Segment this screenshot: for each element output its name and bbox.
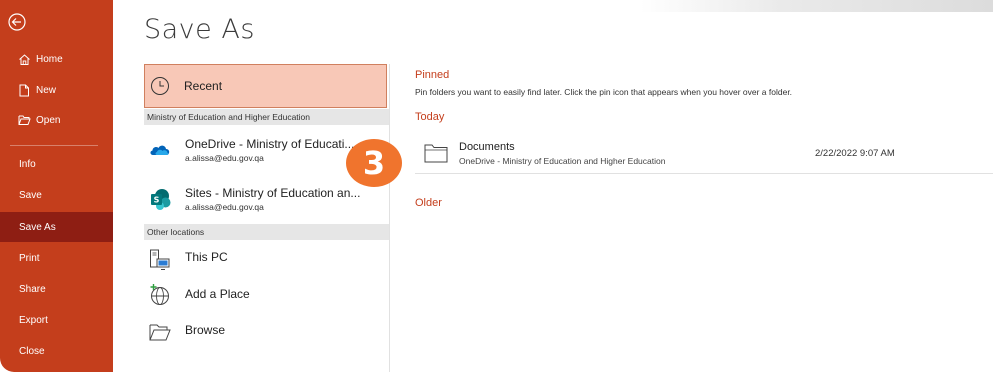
onedrive-cloud-icon	[150, 145, 170, 155]
browse-folder-icon	[149, 324, 171, 341]
location-title: Add a Place	[185, 287, 250, 301]
location-browse[interactable]: Browse	[144, 315, 389, 351]
sidebar-item-info[interactable]: Info	[0, 150, 113, 178]
open-folder-icon	[17, 113, 31, 127]
sidebar-item-new[interactable]: New	[0, 76, 113, 104]
pinned-heading: Pinned	[415, 69, 450, 81]
location-recent[interactable]: Recent	[144, 64, 387, 108]
column-divider	[389, 64, 390, 372]
backstage-sidebar: Home New Open Info Save Save As Print Sh…	[0, 0, 113, 372]
sidebar-item-label: Save As	[19, 221, 56, 233]
page-title: Save As	[144, 14, 255, 45]
section-header-other-locations: Other locations	[144, 224, 389, 240]
older-heading: Older	[415, 197, 442, 209]
location-email: a.alissa@edu.gov.qa	[185, 153, 264, 163]
sidebar-item-export[interactable]: Export	[0, 306, 113, 334]
clock-icon	[151, 77, 169, 95]
sidebar-item-label: Share	[19, 283, 46, 295]
sidebar-item-print[interactable]: Print	[0, 244, 113, 272]
sidebar-item-label: Open	[36, 114, 61, 126]
location-this-pc[interactable]: This PC	[144, 242, 389, 278]
sidebar-item-label: Info	[19, 158, 36, 170]
sidebar-item-close[interactable]: Close	[0, 337, 113, 365]
sidebar-item-label: New	[36, 84, 57, 96]
location-title: This PC	[185, 250, 228, 264]
location-title: OneDrive - Ministry of Educati...	[185, 137, 355, 151]
sidebar-item-label: Home	[36, 53, 63, 65]
folder-name: Documents	[459, 141, 515, 153]
sidebar-item-home[interactable]: Home	[0, 45, 113, 73]
back-arrow-icon[interactable]	[8, 13, 26, 31]
location-title: Sites - Ministry of Education an...	[185, 186, 361, 200]
today-heading: Today	[415, 111, 445, 123]
save-locations-panel: Recent Ministry of Education and Higher …	[144, 64, 389, 372]
add-place-globe-icon	[150, 284, 169, 305]
sidebar-item-label: Close	[19, 345, 45, 357]
folder-row-documents[interactable]: Documents OneDrive - Ministry of Educati…	[415, 137, 993, 174]
location-add-a-place[interactable]: Add a Place	[144, 279, 389, 315]
folder-date-modified: 2/22/2022 9:07 AM	[815, 148, 895, 159]
backstage-window: Home New Open Info Save Save As Print Sh…	[0, 0, 993, 372]
title-bar-decoration	[640, 0, 993, 12]
sidebar-item-label: Export	[19, 314, 48, 326]
step-number-badge: 3	[346, 139, 402, 187]
location-sites[interactable]: S Sites - Ministry of Education an... a.…	[144, 178, 389, 214]
sidebar-item-label: Save	[19, 189, 42, 201]
pinned-description: Pin folders you want to easily find late…	[415, 87, 793, 97]
sidebar-item-save-as[interactable]: Save As	[0, 212, 113, 242]
location-title: Browse	[185, 323, 226, 337]
sidebar-item-share[interactable]: Share	[0, 275, 113, 303]
location-label: Recent	[184, 79, 223, 93]
section-header-organization: Ministry of Education and Higher Educati…	[144, 109, 389, 125]
sharepoint-sites-icon: S	[151, 189, 171, 210]
svg-text:S: S	[154, 196, 160, 205]
location-email: a.alissa@edu.gov.qa	[185, 202, 264, 212]
sidebar-divider	[10, 145, 98, 146]
sidebar-item-save[interactable]: Save	[0, 181, 113, 209]
new-document-icon	[17, 83, 31, 97]
folder-icon	[424, 144, 448, 163]
home-icon	[17, 52, 31, 66]
computer-icon	[150, 249, 170, 270]
sidebar-item-label: Print	[19, 252, 40, 264]
sidebar-item-open[interactable]: Open	[0, 106, 113, 134]
folder-path: OneDrive - Ministry of Education and Hig…	[459, 156, 666, 166]
